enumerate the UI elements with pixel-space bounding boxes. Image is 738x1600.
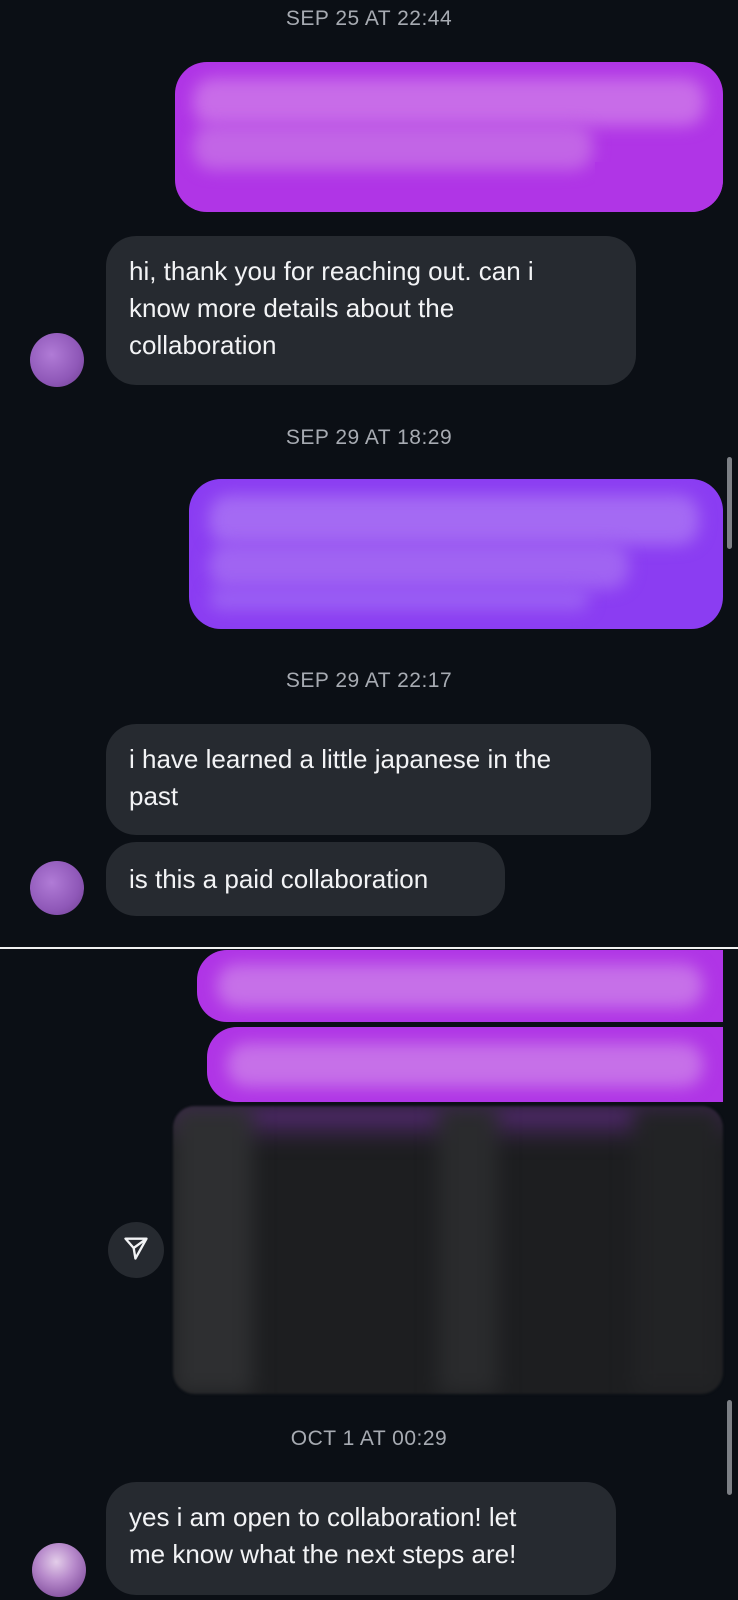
message-text-line: yes i am open to collaboration! let bbox=[129, 1502, 517, 1532]
paper-plane-icon bbox=[122, 1234, 150, 1267]
timestamp: SEP 29 AT 18:29 bbox=[285, 426, 453, 449]
scrollbar[interactable] bbox=[727, 457, 732, 549]
incoming-message[interactable]: is this a paid collaboration bbox=[106, 842, 505, 916]
outgoing-message-redacted[interactable] bbox=[207, 1027, 723, 1102]
contact-avatar[interactable] bbox=[30, 333, 84, 387]
incoming-message[interactable]: hi, thank you for reaching out. can i kn… bbox=[106, 236, 636, 385]
timestamp: OCT 1 AT 00:29 bbox=[290, 1427, 448, 1450]
message-text-line: know more details about the bbox=[129, 293, 455, 323]
outgoing-message-redacted[interactable] bbox=[189, 479, 723, 629]
incoming-message[interactable]: yes i am open to collaboration! let me k… bbox=[106, 1482, 616, 1595]
message-text-line: is this a paid collaboration bbox=[129, 864, 429, 894]
timestamp: SEP 29 AT 22:17 bbox=[285, 669, 453, 692]
timestamp: SEP 25 AT 22:44 bbox=[285, 7, 453, 30]
message-text-line: me know what the next steps are! bbox=[129, 1539, 517, 1569]
incoming-message[interactable]: i have learned a little japanese in the … bbox=[106, 724, 651, 835]
outgoing-message-redacted[interactable] bbox=[197, 950, 723, 1022]
divider bbox=[0, 947, 738, 949]
outgoing-message-redacted[interactable] bbox=[175, 62, 723, 212]
message-text-line: hi, thank you for reaching out. can i bbox=[129, 256, 534, 286]
share-button[interactable] bbox=[108, 1222, 164, 1278]
message-text-line: past bbox=[129, 781, 179, 811]
scrollbar[interactable] bbox=[727, 1400, 732, 1495]
message-text-line: collaboration bbox=[129, 330, 277, 360]
shared-media-redacted[interactable] bbox=[173, 1106, 723, 1394]
message-text-line: i have learned a little japanese in the bbox=[129, 744, 552, 774]
chat-thread[interactable]: SEP 25 AT 22:44 hi, thank you for reachi… bbox=[0, 0, 738, 1600]
contact-avatar[interactable] bbox=[30, 861, 84, 915]
contact-avatar[interactable] bbox=[32, 1543, 86, 1597]
